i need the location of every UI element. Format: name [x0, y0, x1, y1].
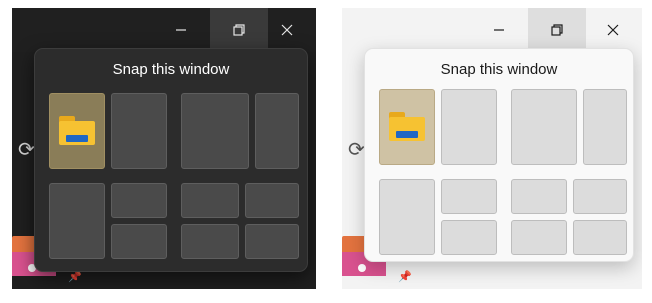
snap-zone-half-left[interactable] [379, 89, 435, 165]
restore-button[interactable] [528, 8, 586, 52]
close-button[interactable] [584, 8, 642, 52]
snap-zone-quad-bottom-left[interactable] [181, 224, 239, 259]
flyout-title: Snap this window [440, 61, 558, 78]
snap-layouts-flyout: Snap this window [364, 48, 634, 262]
restore-icon [233, 24, 245, 36]
minimize-icon [494, 29, 504, 31]
snap-zone-bottom-right[interactable] [441, 220, 497, 255]
snap-zone-half-right[interactable] [441, 89, 497, 165]
snap-zone-quad-bottom-right[interactable] [573, 220, 627, 255]
snap-zone-two-thirds-left[interactable] [181, 93, 249, 169]
snap-zone-left-column[interactable] [49, 183, 105, 259]
pin-icon: 📌 [398, 271, 412, 283]
snap-zone-quad-bottom-left[interactable] [511, 220, 567, 255]
snap-zone-left-column[interactable] [379, 179, 435, 255]
refresh-icon[interactable]: ⟳ [348, 140, 365, 160]
snap-zone-bottom-right[interactable] [111, 224, 167, 259]
snap-zone-quad-top-right[interactable] [573, 179, 627, 214]
window-titlebar [12, 8, 316, 52]
snap-zone-quad-bottom-right[interactable] [245, 224, 299, 259]
close-icon [281, 24, 293, 36]
snap-zone-two-thirds-left[interactable] [511, 89, 577, 165]
flyout-title: Snap this window [112, 61, 230, 78]
snap-layout-dark-panel: ⟳ 📌 Snap this window [12, 8, 316, 289]
file-explorer-folder-icon [389, 112, 425, 142]
close-button[interactable] [258, 8, 316, 52]
snap-zone-top-right[interactable] [111, 183, 167, 218]
snap-zone-half-right[interactable] [111, 93, 167, 169]
restore-icon [551, 24, 563, 36]
snap-zone-top-right[interactable] [441, 179, 497, 214]
snap-zone-half-left[interactable] [49, 93, 105, 169]
snap-layout-light-panel: ⟳ 📌 Snap this window [342, 8, 642, 289]
close-icon [607, 24, 619, 36]
refresh-icon[interactable]: ⟳ [18, 140, 35, 160]
snap-zone-quad-top-right[interactable] [245, 183, 299, 218]
minimize-button[interactable] [470, 8, 528, 52]
window-titlebar [342, 8, 642, 52]
snap-zone-one-third-right[interactable] [255, 93, 299, 169]
minimize-button[interactable] [152, 8, 210, 52]
snap-zone-quad-top-left[interactable] [511, 179, 567, 214]
minimize-icon [176, 29, 186, 31]
snap-zone-quad-top-left[interactable] [181, 183, 239, 218]
file-explorer-folder-icon [59, 116, 95, 146]
snap-zone-one-third-right[interactable] [583, 89, 627, 165]
snap-layouts-flyout: Snap this window [34, 48, 308, 272]
